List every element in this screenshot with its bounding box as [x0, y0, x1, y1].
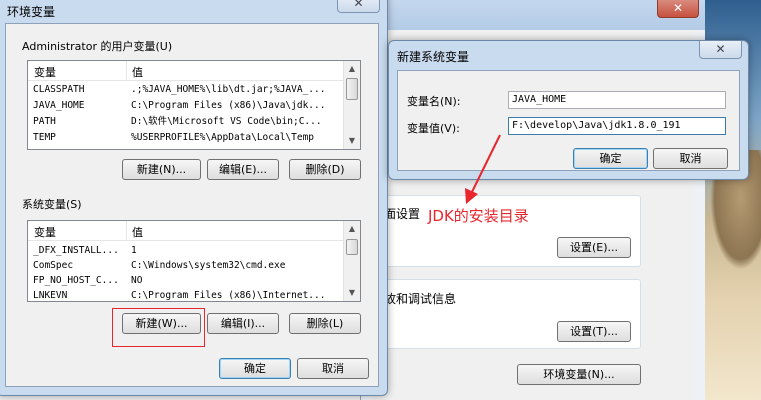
cancel-button[interactable]: 取消 — [653, 148, 728, 169]
table-row[interactable]: TEMP %USERPROFILE%\AppData\Local\Temp — [28, 130, 360, 145]
table-row[interactable]: PATH D:\软件\Microsoft VS Code\bin;C... — [28, 114, 360, 129]
var-value: D:\软件\Microsoft VS Code\bin;C... — [131, 116, 322, 127]
new-system-variable-dialog: 新建系统变量 ✕ 变量名(N): JAVA_HOME 变量值(V): F:\de… — [388, 40, 749, 180]
performance-group-label: 面设置 — [384, 207, 421, 221]
sys-edit-button[interactable]: 编辑(I)... — [207, 313, 279, 334]
scroll-up-icon[interactable]: ▲ — [344, 61, 360, 77]
table-row[interactable]: ComSpec C:\Windows\system32\cmd.exe — [28, 258, 360, 273]
var-value-field[interactable]: F:\develop\Java\jdk1.8.0_191 — [508, 117, 726, 135]
annotation-text: JDK的安装目录 — [428, 207, 529, 225]
scroll-down-icon[interactable]: ▼ — [344, 285, 360, 301]
var-value-label: 变量值(V): — [407, 122, 460, 135]
var-name-label: 变量名(N): — [407, 95, 461, 108]
var-name-field[interactable]: JAVA_HOME — [508, 91, 726, 109]
col-header-val: 值 — [132, 66, 143, 79]
ok-button[interactable]: 确定 — [219, 358, 291, 379]
startup-recovery-label: 故和调试信息 — [384, 292, 457, 306]
col-separator — [126, 61, 127, 81]
var-name: CLASSPATH — [33, 84, 85, 95]
user-new-button[interactable]: 新建(N)... — [122, 159, 201, 180]
system-properties-titlebar — [361, 0, 705, 30]
close-icon[interactable]: ✕ — [699, 41, 742, 59]
var-value: %USERPROFILE%\AppData\Local\Temp — [131, 132, 315, 143]
sys-vars-list[interactable]: 变量 值 _DFX_INSTALL... 1 ComSpec C:\Window… — [27, 220, 361, 302]
scroll-thumb[interactable] — [346, 239, 358, 255]
var-name: FP_NO_HOST_C... — [33, 275, 119, 286]
highlight-box — [112, 308, 205, 347]
table-row[interactable]: _DFX_INSTALL... 1 — [28, 243, 360, 258]
user-delete-button[interactable]: 删除(D) — [289, 159, 361, 180]
sys-vars-header: 变量 值 — [28, 221, 360, 241]
cancel-button[interactable]: 取消 — [297, 358, 369, 379]
var-value: C:\Program Files (x86)\Java\jdk... — [131, 100, 326, 111]
col-header-var: 变量 — [34, 66, 56, 79]
environment-variables-button[interactable]: 环境变量(N)... — [517, 364, 641, 385]
var-value: C:\Windows\system32\cmd.exe — [131, 260, 286, 271]
user-vars-list[interactable]: 变量 值 CLASSPATH .;%JAVA_HOME%\lib\dt.jar;… — [27, 60, 361, 150]
table-row[interactable]: LNKEVN C:\Program Files (x86)\Internet..… — [28, 288, 360, 301]
scroll-thumb[interactable] — [346, 78, 358, 100]
sys-vars-scrollbar[interactable]: ▲ ▼ — [343, 221, 360, 301]
var-value: .;%JAVA_HOME%\lib\dt.jar;%JAVA_... — [131, 84, 326, 95]
var-name: ComSpec — [33, 260, 74, 271]
sys-delete-button[interactable]: 删除(L) — [289, 313, 361, 334]
performance-settings-button[interactable]: 设置(E)... — [557, 237, 631, 258]
col-separator — [126, 221, 127, 241]
var-name: LNKEVN — [33, 290, 68, 301]
var-name: _DFX_INSTALL... — [33, 245, 119, 256]
dialog-title: 新建系统变量 — [397, 50, 470, 64]
var-name: PATH — [33, 116, 56, 127]
close-icon[interactable]: ✕ — [657, 0, 699, 18]
startup-settings-button[interactable]: 设置(T)... — [557, 321, 631, 342]
table-row[interactable]: FP_NO_HOST_C... NO — [28, 273, 360, 288]
var-value: NO — [131, 275, 143, 286]
var-value: 1 — [131, 245, 137, 256]
col-header-val: 值 — [132, 226, 143, 239]
scroll-up-icon[interactable]: ▲ — [344, 221, 360, 237]
var-value: C:\Program Files (x86)\Internet... — [131, 290, 326, 301]
table-row[interactable]: CLASSPATH .;%JAVA_HOME%\lib\dt.jar;%JAVA… — [28, 82, 360, 97]
user-vars-header: 变量 值 — [28, 61, 360, 81]
var-name: TEMP — [33, 132, 56, 143]
dialog-client: 变量名(N): JAVA_HOME 变量值(V): F:\develop\Jav… — [397, 70, 740, 171]
user-vars-scrollbar[interactable]: ▲ ▼ — [343, 61, 360, 149]
col-header-var: 变量 — [34, 226, 56, 239]
dialog-title: 环境变量 — [7, 5, 56, 19]
user-edit-button[interactable]: 编辑(E)... — [207, 159, 279, 180]
ok-button[interactable]: 确定 — [573, 148, 648, 169]
close-icon[interactable]: ✕ — [337, 0, 380, 13]
sys-vars-label: 系统变量(S) — [22, 198, 82, 211]
table-row[interactable]: JAVA_HOME C:\Program Files (x86)\Java\jd… — [28, 98, 360, 113]
user-vars-label: Administrator 的用户变量(U) — [22, 40, 173, 53]
scroll-down-icon[interactable]: ▼ — [344, 133, 360, 149]
var-name: JAVA_HOME — [33, 100, 85, 111]
